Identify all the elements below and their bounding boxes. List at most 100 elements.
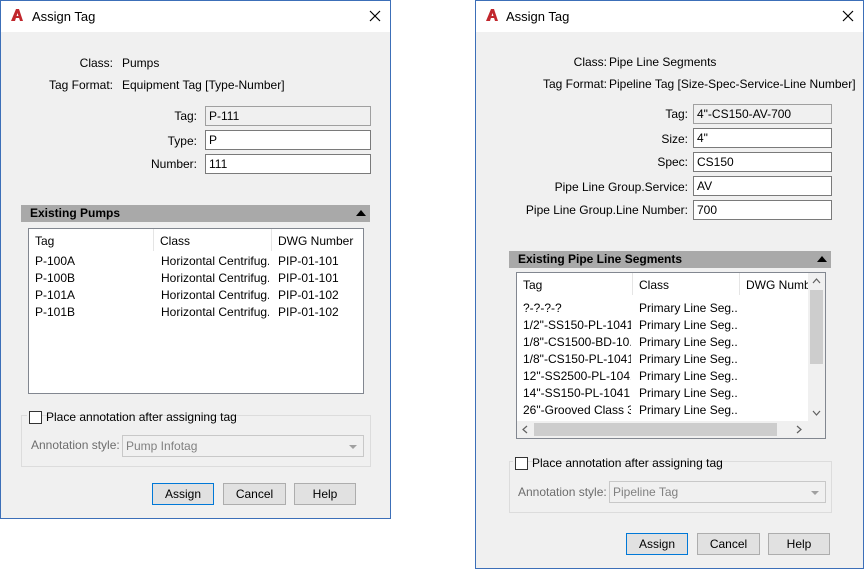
number-field[interactable]: 111	[205, 154, 371, 174]
annotation-style-select: Pipeline Tag	[609, 481, 826, 503]
cell-tag: P-100A	[35, 254, 76, 268]
tag-field: P-111	[205, 106, 371, 126]
horizontal-scrollbar[interactable]	[517, 421, 808, 438]
existing-pipe-line-segments-header[interactable]: Existing Pipe Line Segments	[509, 251, 831, 268]
scroll-left-icon[interactable]	[522, 425, 528, 434]
cell-class: Horizontal Centrifug...	[161, 271, 269, 285]
cell-dwg-number: PIP-01-101	[278, 271, 339, 285]
section-title: Existing Pipe Line Segments	[518, 252, 683, 266]
scroll-down-icon[interactable]	[812, 410, 821, 416]
line-number-field[interactable]: 700	[693, 200, 832, 220]
cancel-button[interactable]: Cancel	[223, 483, 286, 505]
cancel-button[interactable]: Cancel	[697, 533, 760, 555]
annotation-style-label: Annotation style:	[31, 438, 120, 452]
class-value: Pipe Line Segments	[609, 55, 717, 69]
cell-class: Horizontal Centrifug...	[161, 288, 269, 302]
chevron-down-icon	[349, 445, 357, 449]
scroll-up-icon[interactable]	[812, 278, 821, 284]
place-annotation-option[interactable]: Place annotation after assigning tag	[27, 409, 237, 425]
tag-format-label: Tag Format:	[48, 78, 113, 92]
chevron-down-icon	[811, 491, 819, 495]
autocad-a-icon	[11, 9, 23, 21]
cell-tag: P-101B	[35, 305, 76, 319]
place-annotation-checkbox[interactable]	[515, 457, 528, 470]
place-annotation-checkbox[interactable]	[29, 411, 42, 424]
autocad-a-icon	[486, 9, 498, 21]
vertical-scrollbar[interactable]	[808, 273, 825, 421]
column-header-class[interactable]: Class	[154, 229, 272, 251]
class-label: Class:	[573, 55, 607, 69]
cell-class: Primary Line Seg...	[639, 403, 737, 417]
close-icon[interactable]	[840, 8, 856, 24]
close-icon[interactable]	[367, 8, 383, 24]
tag-format-label: Tag Format:	[542, 77, 607, 91]
type-label: Type:	[167, 134, 197, 148]
cell-dwg-number: PIP-01-102	[278, 288, 339, 302]
place-annotation-label: Place annotation after assigning tag	[46, 410, 237, 424]
spec-label: Spec:	[657, 155, 688, 169]
cell-tag: 1/8"-CS150-PL-1041	[523, 352, 631, 366]
cell-tag: 12"-SS2500-PL-1041	[523, 369, 631, 383]
cell-tag: 14"-SS150-PL-1041	[523, 386, 630, 400]
cell-tag: P-101A	[35, 288, 76, 302]
tag-field: 4"-CS150-AV-700	[693, 104, 832, 124]
scroll-right-icon[interactable]	[796, 425, 802, 434]
column-header-class[interactable]: Class	[633, 273, 740, 295]
cell-class: Primary Line Seg...	[639, 318, 737, 332]
class-value: Pumps	[122, 56, 160, 70]
service-label: Pipe Line Group.Service:	[554, 180, 688, 194]
place-annotation-label: Place annotation after assigning tag	[532, 456, 723, 470]
class-label: Class:	[79, 56, 113, 70]
vertical-scroll-thumb[interactable]	[810, 290, 823, 364]
line-number-label: Pipe Line Group.Line Number:	[525, 203, 688, 217]
section-title: Existing Pumps	[30, 206, 121, 220]
cell-class: Horizontal Centrifug...	[161, 254, 269, 268]
help-button[interactable]: Help	[294, 483, 356, 505]
cell-tag: 26"-Grooved Class 3...	[523, 403, 631, 417]
column-header-tag[interactable]: Tag	[29, 229, 154, 251]
cell-class: Primary Line Seg...	[639, 369, 737, 383]
column-header-dwg-number[interactable]: DWG Number	[272, 229, 363, 251]
annotation-style-value: Pipeline Tag	[613, 485, 679, 499]
title-bar[interactable]: Assign Tag	[1, 1, 390, 32]
annotation-style-label: Annotation style:	[518, 485, 607, 499]
horizontal-scroll-thumb[interactable]	[534, 423, 777, 436]
place-annotation-option[interactable]: Place annotation after assigning tag	[513, 455, 723, 471]
assign-tag-dialog-pipe-line: Assign Tag Class: Pipe Line Segments Tag…	[475, 0, 864, 569]
collapse-triangle-icon[interactable]	[817, 256, 827, 262]
cell-tag: ?-?-?-?	[523, 301, 562, 315]
tag-format-value: Pipeline Tag [Size-Spec-Service-Line Num…	[609, 77, 856, 91]
size-field[interactable]: 4"	[693, 128, 832, 148]
scrollbar-corner	[808, 421, 825, 438]
cell-tag: 1/2"-SS150-PL-1041	[523, 318, 631, 332]
assign-button[interactable]: Assign	[626, 533, 688, 555]
cell-class: Primary Line Seg...	[639, 335, 737, 349]
cell-dwg-number: PIP-01-102	[278, 305, 339, 319]
title-bar[interactable]: Assign Tag	[476, 1, 863, 32]
type-field[interactable]: P	[205, 130, 371, 150]
assign-tag-dialog-pumps: Assign Tag Class: Pumps Tag Format: Equi…	[0, 0, 391, 519]
tag-label: Tag:	[665, 107, 688, 121]
cell-class: Horizontal Centrifug...	[161, 305, 269, 319]
cell-class: Primary Line Seg...	[639, 386, 737, 400]
cell-tag: P-100B	[35, 271, 76, 285]
help-button[interactable]: Help	[768, 533, 830, 555]
existing-pipe-line-segments-list[interactable]: Tag Class DWG Number ?-?-?-? Primary Lin…	[516, 272, 826, 439]
cell-dwg-number: PIP-01-101	[278, 254, 339, 268]
collapse-triangle-icon[interactable]	[356, 210, 366, 216]
existing-pumps-header[interactable]: Existing Pumps	[21, 205, 370, 222]
service-field[interactable]: AV	[693, 176, 832, 196]
existing-pumps-list[interactable]: Tag Class DWG Number P-100A Horizontal C…	[28, 228, 364, 394]
tag-format-value: Equipment Tag [Type-Number]	[122, 78, 285, 92]
annotation-style-select: Pump Infotag	[122, 435, 364, 457]
number-label: Number:	[150, 157, 197, 171]
column-header-dwg-number[interactable]: DWG Number	[740, 273, 810, 295]
column-header-tag[interactable]: Tag	[517, 273, 633, 295]
cell-class: Primary Line Seg...	[639, 352, 737, 366]
cell-class: Primary Line Seg...	[639, 301, 737, 315]
tag-label: Tag:	[174, 109, 197, 123]
annotation-style-value: Pump Infotag	[126, 439, 198, 453]
cell-tag: 1/8"-CS1500-BD-10...	[523, 335, 631, 349]
assign-button[interactable]: Assign	[152, 483, 214, 505]
spec-field[interactable]: CS150	[693, 152, 832, 172]
